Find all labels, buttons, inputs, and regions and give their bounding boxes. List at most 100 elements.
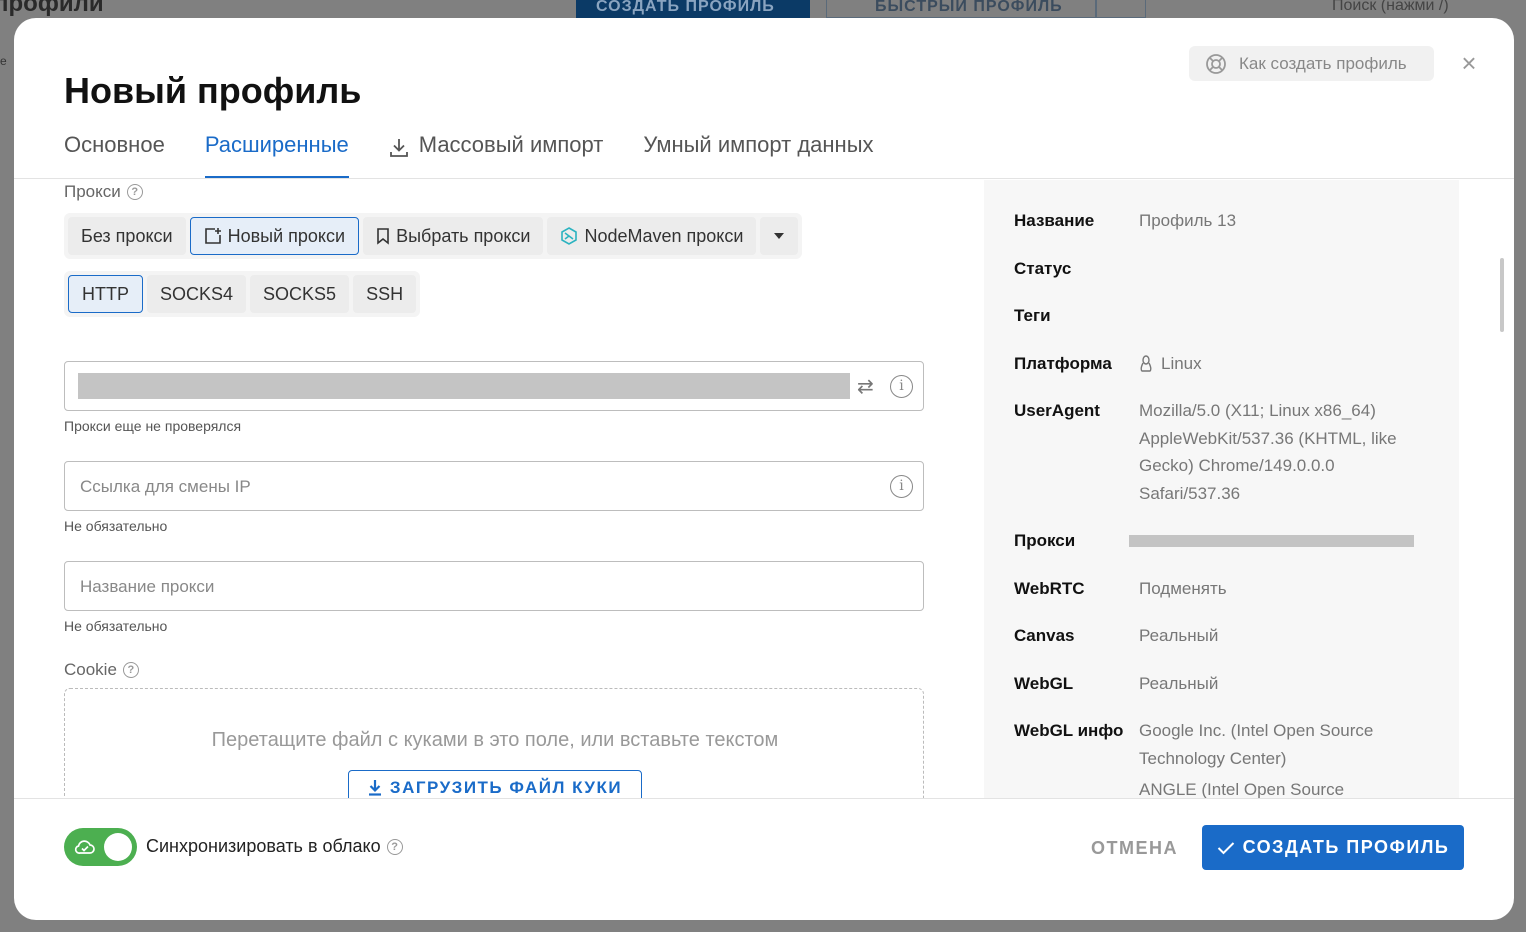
proxy-type-http[interactable]: HTTP — [68, 275, 143, 313]
new-profile-dialog: Новый профиль Как создать профиль × Осно… — [14, 18, 1514, 920]
summary-value — [1139, 255, 1439, 283]
cookie-label: Cookie — [64, 660, 117, 679]
dialog-title: Новый профиль — [64, 70, 362, 111]
option-label: SOCKS5 — [263, 283, 337, 304]
create-profile-button[interactable]: СОЗДАТЬ ПРОФИЛЬ — [1202, 825, 1464, 870]
change-ip-link-input[interactable]: Ссылка для смены IP i — [64, 461, 924, 511]
summary-value: Google Inc. (Intel Open Source Technolog… — [1139, 717, 1419, 798]
webgl-vendor: Google Inc. (Intel Open Source Technolog… — [1139, 721, 1374, 768]
background-title: профили — [0, 0, 104, 17]
option-label: NodeMaven прокси — [584, 225, 744, 246]
download-icon — [389, 139, 408, 157]
nodemaven-logo-icon — [561, 227, 578, 245]
platform-value: Linux — [1161, 354, 1202, 373]
help-icon[interactable]: ? — [126, 184, 143, 200]
summary-key: UserAgent — [1014, 401, 1100, 420]
summary-key: Теги — [1014, 306, 1051, 325]
tab-bulk-import[interactable]: Массовый импорт — [389, 128, 604, 178]
summary-row-tags: Теги — [1014, 302, 1439, 330]
tab-basic[interactable]: Основное — [64, 128, 165, 178]
option-label: SSH — [366, 283, 404, 304]
tabs-divider — [14, 178, 1514, 179]
cancel-button[interactable]: ОТМЕНА — [1091, 838, 1178, 859]
summary-value: Реальный — [1139, 674, 1219, 693]
proxy-mode-nodemaven[interactable]: NodeMaven прокси — [547, 217, 757, 255]
help-button-label: Как создать профиль — [1239, 53, 1407, 73]
proxy-type-socks4[interactable]: SOCKS4 — [147, 275, 247, 313]
profile-summary-panel: Название Профиль 13 Статус Теги Платформ… — [984, 180, 1459, 798]
redacted-proxy-summary — [1129, 535, 1414, 547]
option-label: Новый прокси — [227, 225, 346, 246]
summary-key: WebGL — [1014, 674, 1074, 693]
dialog-scrollbar[interactable] — [1500, 258, 1504, 332]
summary-key: Canvas — [1014, 626, 1075, 645]
summary-row-webgl: WebGL Реальный — [1014, 670, 1439, 698]
webgl-renderer: ANGLE (Intel Open Source — [1139, 780, 1345, 798]
proxy-section-label: Прокси ? — [64, 182, 143, 202]
add-box-icon — [204, 228, 221, 244]
swap-icon[interactable]: ⇄ — [857, 374, 874, 399]
summary-value: Реальный — [1139, 626, 1219, 645]
proxy-name-input[interactable]: Название прокси — [64, 561, 924, 611]
help-icon[interactable]: ? — [122, 662, 139, 678]
summary-row-useragent: UserAgent Mozilla/5.0 (X11; Linux x86_64… — [1014, 397, 1429, 507]
close-icon[interactable]: × — [1458, 50, 1480, 76]
bookmark-icon — [377, 228, 389, 245]
cookie-drop-text: Перетащите файл с куками в это поле, или… — [211, 729, 779, 751]
create-profile-label: СОЗДАТЬ ПРОФИЛЬ — [1242, 837, 1450, 857]
proxy-mode-none[interactable]: Без прокси — [68, 217, 186, 255]
lifebuoy-icon — [1206, 53, 1226, 74]
background-quick-dropdown — [1096, 0, 1146, 18]
how-to-create-profile-button[interactable]: Как создать профиль — [1189, 46, 1434, 81]
info-icon[interactable]: i — [890, 475, 913, 498]
summary-value — [1139, 302, 1439, 330]
upload-cookie-file-button[interactable]: ЗАГРУЗИТЬ ФАЙЛ КУКИ — [348, 770, 642, 798]
info-icon[interactable]: i — [890, 375, 913, 398]
tab-bar: Основное Расширенные Массовый импорт Умн… — [64, 128, 874, 178]
proxy-type-ssh[interactable]: SSH — [353, 275, 417, 313]
summary-row-webgl-info: WebGL инфо Google Inc. (Intel Open Sourc… — [1014, 717, 1419, 798]
cloud-sync-toggle[interactable] — [64, 828, 137, 866]
option-label: HTTP — [82, 283, 129, 304]
proxy-mode-new[interactable]: Новый прокси — [189, 217, 360, 255]
linux-icon — [1140, 355, 1152, 372]
download-icon — [368, 780, 381, 796]
summary-row-webrtc: WebRTC Подменять — [1014, 575, 1439, 603]
summary-value: Linux — [1139, 350, 1439, 378]
cookie-drop-zone[interactable]: Перетащите файл с куками в это поле, или… — [64, 688, 924, 798]
proxy-address-input[interactable]: ⇄ i — [64, 361, 924, 411]
tab-label: Умный импорт данных — [643, 132, 874, 157]
advanced-form: Прокси ? Без прокси Новый прокси Выбрать… — [64, 180, 934, 798]
option-label: Выбрать прокси — [396, 225, 531, 246]
proxy-label: Прокси — [64, 182, 121, 201]
cookie-section-label: Cookie ? — [64, 660, 139, 680]
cloud-sync-label: Синхронизировать в облако — [146, 836, 381, 856]
background-create-button: СОЗДАТЬ ПРОФИЛЬ — [576, 0, 810, 18]
summary-row-canvas: Canvas Реальный — [1014, 622, 1439, 650]
proxy-mode-selector: Без прокси Новый прокси Выбрать прокси N… — [64, 213, 803, 259]
summary-value: Mozilla/5.0 (X11; Linux x86_64) AppleWeb… — [1139, 401, 1397, 503]
summary-row-status: Статус — [1014, 255, 1439, 283]
summary-key: Прокси — [1014, 531, 1076, 550]
background-search: Поиск (нажми /) — [1332, 0, 1449, 14]
summary-row-proxy: Прокси — [1014, 527, 1439, 555]
summary-row-name: Название Профиль 13 — [1014, 207, 1439, 235]
tab-label: Расширенные — [204, 132, 349, 157]
tab-smart-import[interactable]: Умный импорт данных — [643, 128, 873, 178]
caret-down-icon — [774, 233, 785, 239]
help-icon[interactable]: ? — [386, 838, 403, 855]
footer-divider — [14, 798, 1514, 799]
summary-key: Статус — [1014, 259, 1072, 278]
proxy-name-hint: Не обязательно — [64, 618, 168, 634]
proxy-mode-select[interactable]: Выбрать прокси — [363, 217, 544, 255]
toggle-knob — [104, 833, 132, 861]
tab-label: Массовый импорт — [418, 132, 604, 157]
summary-value: Подменять — [1139, 579, 1227, 598]
proxy-type-socks5[interactable]: SOCKS5 — [250, 275, 350, 313]
background-quick-button: БЫСТРЫЙ ПРОФИЛЬ — [826, 0, 1096, 18]
summary-key: WebRTC — [1014, 579, 1085, 598]
tab-advanced[interactable]: Расширенные — [204, 128, 349, 178]
proxy-mode-dropdown[interactable] — [760, 217, 799, 255]
option-label: SOCKS4 — [160, 283, 234, 304]
change-ip-placeholder: Ссылка для смены IP — [80, 477, 251, 496]
